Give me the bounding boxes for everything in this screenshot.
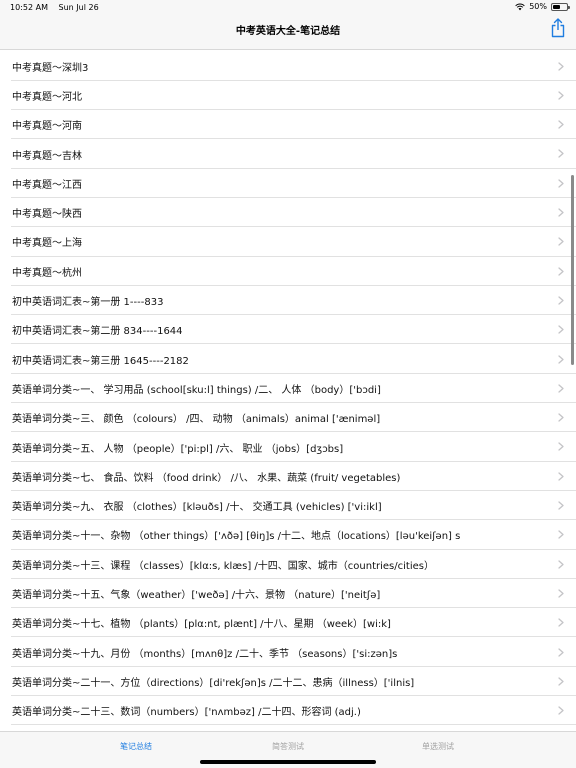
list-item[interactable]: 中考真题～吉林 [0,139,576,169]
list-item-label: 英语单词分类~二十三、数词（numbers）['nʌmbəz] /二十四、形容词… [12,707,361,719]
list-item-label: 初中英语词汇表~第二册 834----1644 [12,326,183,338]
list-item[interactable]: 英语单词分类~十七、植物 （plants）[plα:nt, plænt] /十八… [0,608,576,638]
list-item-label: 英语单词分类~三、 颜色 （colours） /四、 动物 （animals）a… [12,414,381,426]
chevron-right-icon [558,237,564,246]
status-date: Sun Jul 26 [58,3,99,12]
chevron-right-icon [558,384,564,393]
chevron-right-icon [558,530,564,539]
list-item-label: 英语单词分类~十七、植物 （plants）[plα:nt, plænt] /十八… [12,619,391,631]
list-item[interactable]: 中考真题～深圳3 [0,52,576,82]
battery-icon [551,2,570,11]
list-item[interactable]: 英语单词分类~二十三、数词（numbers）['nʌmbəz] /二十四、形容词… [0,696,576,726]
chevron-right-icon [558,61,564,71]
list-item-label: 中考真题～河南 [12,121,82,133]
chevron-right-icon [558,677,564,686]
list-item[interactable]: 中考真题～江西 [0,169,576,199]
list-item-label: 英语单词分类~十五、气象（weather）['weðə] /十六、景物 （nat… [12,590,381,602]
battery-tip [568,5,570,9]
chevron-right-icon [558,501,564,510]
chevron-right-icon [558,296,564,305]
list-item[interactable]: 英语单词分类~十一、杂物 （other things）['ʌðə] [θiŋ]s… [0,520,576,550]
chevron-right-icon [558,706,564,715]
chevron-right-icon [558,120,564,129]
list-item[interactable]: 初中英语词汇表~第三册 1645----2182 [0,345,576,375]
chevron-right-icon [558,91,564,100]
tab-3[interactable]: 单选测试 [388,741,488,752]
list-item-label: 初中英语词汇表~第三册 1645----2182 [12,355,189,367]
status-right: 50% [515,2,570,11]
chevron-right-icon [558,559,564,569]
list-item[interactable]: 英语单词分类~一、 学习用品 (school[sku:l] things) /二… [0,374,576,404]
list-item-label: 中考真题～河北 [12,91,82,103]
home-indicator[interactable] [200,760,376,764]
list-item[interactable]: 中考真题～杭州 [0,257,576,287]
chevron-right-icon [558,413,564,422]
page-title: 中考英语大全-笔记总结 [235,26,341,37]
status-bar: 10:52 AM Sun Jul 26 50% [0,0,576,14]
list-item-label: 英语单词分类~一、 学习用品 (school[sku:l] things) /二… [12,384,381,396]
notes-list: 中考真题～深圳3 中考真题～河北 中考真题～河南 中考真题～吉林 中考真题～江西 中考真题… [0,50,576,731]
chevron-right-icon [558,208,564,217]
list-item[interactable]: 英语单词分类~七、 食品、饮料 （food drink） /八、 水果、蔬菜 (… [0,462,576,492]
share-icon[interactable] [550,18,566,38]
chevron-right-icon [558,472,564,481]
wifi-icon [515,3,525,10]
chevron-right-icon [558,618,564,627]
list-item-label: 中考真题～江西 [12,179,82,191]
list-item[interactable]: 英语单词分类~十九、月份 （months）[mʌnθ]z /二十、季节 （sea… [0,638,576,668]
list-item[interactable]: 初中英语词汇表~第一册 1----833 [0,286,576,316]
list-item-label: 英语单词分类~十一、杂物 （other things）['ʌðə] [θiŋ]s… [12,531,461,543]
chevron-right-icon [558,442,564,452]
chevron-right-icon [558,266,564,276]
list-item-label: 英语单词分类~十三、课程 （classes）[klα:s, klæs] /十四、… [12,560,434,572]
list-item[interactable]: 中考真题～陕西 [0,198,576,228]
list-item-label: 英语单词分类~七、 食品、饮料 （food drink） /八、 水果、蔬菜 (… [12,472,401,484]
tab-1[interactable]: 笔记总结 [86,741,186,752]
list-item[interactable]: 英语单词分类~五、 人物 （people）['pi:pl] /六、 职业 （jo… [0,432,576,462]
chevron-right-icon [558,354,564,364]
list-item[interactable]: 中考真题～河北 [0,81,576,111]
list-item[interactable]: 中考真题～河南 [0,110,576,140]
tab-2[interactable]: 简答测试 [238,741,338,752]
list-item-label: 英语单词分类~九、 衣服 （clothes）[kləuðs] /十、 交通工具 … [12,502,382,514]
list-item[interactable]: 初中英语词汇表~第二册 834----1644 [0,315,576,345]
status-time: 10:52 AM [10,3,48,12]
list-item[interactable]: 英语单词分类~十三、课程 （classes）[klα:s, klæs] /十四、… [0,550,576,580]
battery-level-fill [553,4,560,9]
list-item-label: 英语单词分类~五、 人物 （people）['pi:pl] /六、 职业 （jo… [12,443,344,455]
list-item[interactable]: 英语单词分类~九、 衣服 （clothes）[kləuðs] /十、 交通工具 … [0,491,576,521]
list-item[interactable]: 英语单词分类~十五、气象（weather）['weðə] /十六、景物 （nat… [0,579,576,609]
chevron-right-icon [558,589,564,598]
chevron-right-icon [558,325,564,334]
list-item[interactable]: 英语单词分类~三、 颜色 （colours） /四、 动物 （animals）a… [0,403,576,433]
list-item-label: 中考真题～深圳3 [12,62,89,74]
list-item[interactable]: 中考真题～上海 [0,227,576,257]
list-item[interactable]: 英语单词分类~二十一、方位（directions）[di'rekʃən]s /二… [0,667,576,697]
list-item-label: 中考真题～吉林 [12,150,82,162]
chevron-right-icon [558,647,564,657]
list-item-label: 中考真题～上海 [12,238,82,250]
list-item-label: 英语单词分类~十九、月份 （months）[mʌnθ]z /二十、季节 （sea… [12,648,398,660]
list-item-label: 中考真题～杭州 [12,267,82,279]
list-item-label: 英语单词分类~二十一、方位（directions）[di'rekʃən]s /二… [12,677,415,689]
status-left: 10:52 AM Sun Jul 26 [10,3,107,12]
scrollbar[interactable] [571,175,574,365]
list-item-label: 初中英语词汇表~第一册 1----833 [12,297,164,309]
chevron-right-icon [558,179,564,188]
list-item-label: 中考真题～陕西 [12,209,82,221]
chevron-right-icon [558,149,564,159]
navigation-bar: 中考英语大全-笔记总结 [0,14,576,50]
battery-percent: 50% [529,2,547,11]
